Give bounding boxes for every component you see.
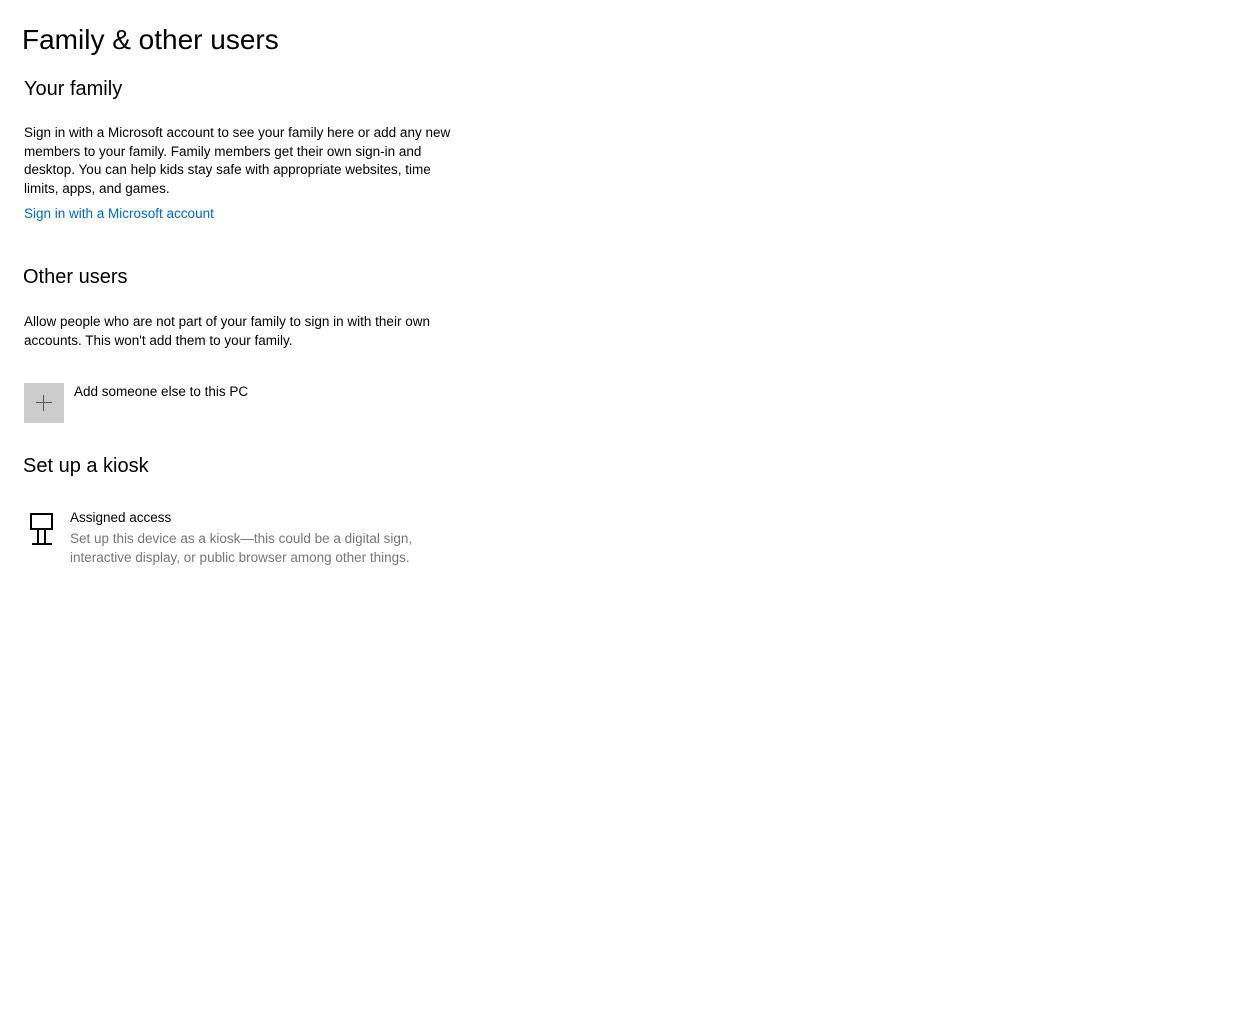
add-someone-label[interactable]: Add someone else to this PC [74, 384, 248, 399]
text-line: Allow people who are not part of your fa… [24, 314, 430, 329]
kiosk-heading: Set up a kiosk [23, 455, 149, 477]
text-line: Set up this device as a kiosk—this could… [70, 531, 413, 546]
other-users-heading: Other users [23, 266, 128, 288]
assigned-access-title[interactable]: Assigned access [70, 510, 171, 525]
assigned-access-description: Set up this device as a kiosk—this could… [70, 530, 412, 567]
text-line: desktop. You can help kids stay safe wit… [24, 162, 431, 177]
text-line: members to your family. Family members g… [24, 143, 422, 159]
your-family-heading: Your family [24, 78, 123, 100]
kiosk-icon [30, 513, 53, 545]
sign-in-microsoft-link[interactable]: Sign in with a Microsoft account [24, 206, 214, 221]
plus-icon[interactable] [24, 383, 64, 423]
other-users-description: Allow people who are not part of your fa… [24, 313, 474, 350]
text-line: accounts. This won't add them to your fa… [24, 332, 293, 348]
text-line: limits, apps, and games. [24, 180, 170, 196]
family-description: Sign in with a Microsoft account to see … [24, 124, 474, 198]
text-line: interactive display, or public browser a… [70, 549, 410, 565]
text-line: Sign in with a Microsoft account to see … [24, 125, 451, 140]
page-title: Family & other users [22, 24, 279, 55]
